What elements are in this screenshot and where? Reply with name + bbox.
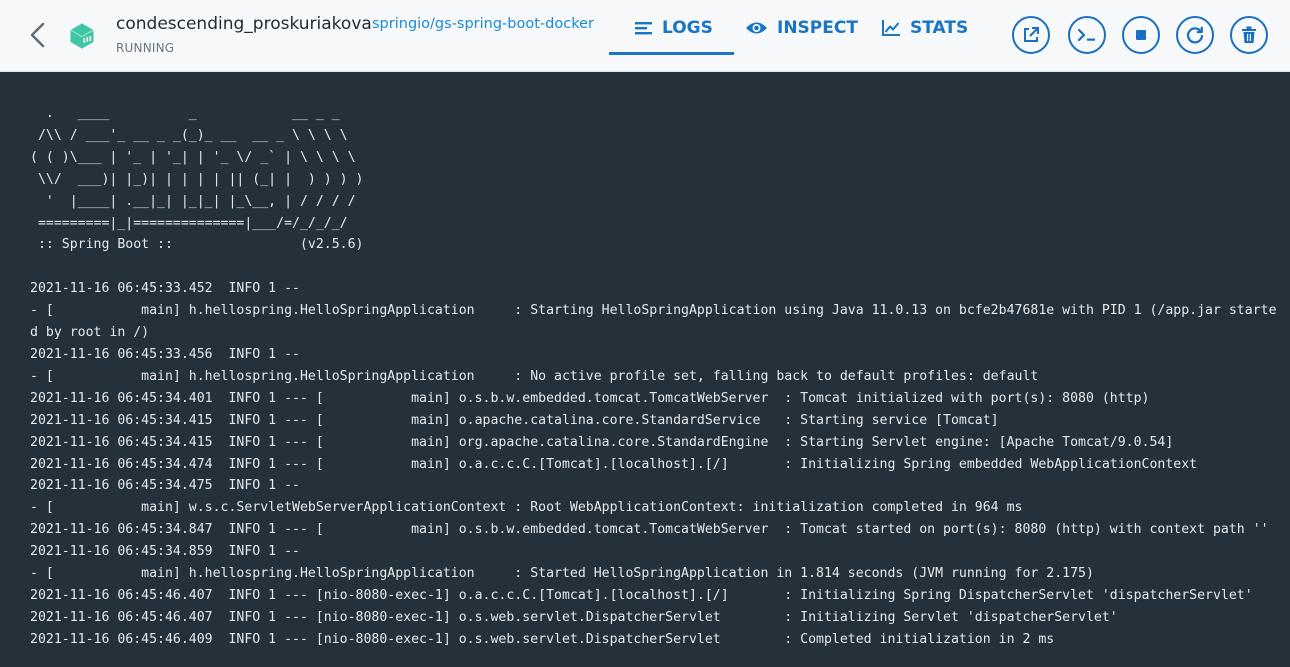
tab-stats-label: STATS	[910, 18, 969, 38]
log-line: ' |____| .__|_| |_|_| |_\__, | / / / /	[30, 193, 356, 209]
status-label: RUNNING	[116, 41, 175, 55]
log-line: 2021-11-16 06:45:34.415 INFO 1 --- [ mai…	[30, 434, 1174, 450]
chart-icon	[882, 20, 900, 36]
log-line: 2021-11-16 06:45:34.401 INFO 1 --- [ mai…	[30, 390, 1150, 406]
log-line: - [ main] w.s.c.ServletWebServerApplicat…	[30, 500, 1023, 516]
log-line: d by root in /)	[30, 325, 150, 341]
restart-button[interactable]	[1176, 16, 1214, 54]
log-line: - [ main] h.hellospring.HelloSpringAppli…	[30, 566, 1094, 582]
log-line: 2021-11-16 06:45:34.415 INFO 1 --- [ mai…	[30, 412, 999, 428]
container-header: condescending_proskuriakova RUNNING spri…	[0, 0, 1290, 72]
log-line: 2021-11-16 06:45:34.475 INFO 1 --	[30, 478, 300, 494]
log-line: =========|_|==============|___/=/_/_/_/	[30, 215, 348, 231]
active-tab-indicator	[609, 52, 734, 55]
trash-icon	[1242, 26, 1256, 43]
tab-logs-label: LOGS	[662, 18, 713, 38]
tab-inspect-label: INSPECT	[777, 18, 858, 38]
eye-icon	[746, 22, 767, 34]
tab-inspect[interactable]: INSPECT	[745, 0, 858, 56]
stop-icon	[1136, 30, 1146, 40]
lines-icon	[635, 22, 652, 35]
log-line: - [ main] h.hellospring.HelloSpringAppli…	[30, 303, 1277, 319]
stop-button[interactable]	[1122, 16, 1160, 54]
container-name: condescending_proskuriakova	[116, 14, 372, 34]
terminal-icon	[1077, 28, 1095, 42]
log-line: . ____ _ __ _ _	[30, 106, 340, 121]
log-line: 2021-11-16 06:45:46.409 INFO 1 --- [nio-…	[30, 631, 1055, 647]
back-icon[interactable]	[26, 20, 50, 50]
restart-icon	[1186, 26, 1204, 44]
container-icon	[68, 22, 96, 50]
image-link[interactable]: springio/gs-spring-boot-docker	[372, 16, 594, 32]
delete-button[interactable]	[1230, 16, 1268, 54]
log-output: . ____ _ __ _ _ /\\ / ___'_ __ _ _(_)_ _…	[30, 103, 1277, 651]
log-line: 2021-11-16 06:45:34.474 INFO 1 --- [ mai…	[30, 456, 1198, 472]
log-line: 2021-11-16 06:45:34.847 INFO 1 --- [ mai…	[30, 522, 1269, 538]
log-line: /\\ / ___'_ __ _ _(_)_ __ __ _ \ \ \ \	[30, 127, 348, 143]
log-line: 2021-11-16 06:45:33.456 INFO 1 --	[30, 346, 300, 362]
log-line: 2021-11-16 06:45:46.407 INFO 1 --- [nio-…	[30, 587, 1253, 603]
log-line: ( ( )\___ | '_ | '_| | '_ \/ _` | \ \ \ …	[30, 149, 356, 165]
open-in-browser-button[interactable]	[1012, 16, 1050, 54]
log-line: \\/ ___)| |_)| | | | | || (_| | ) ) ) )	[30, 171, 364, 187]
cli-button[interactable]	[1068, 16, 1106, 54]
open-external-icon	[1024, 27, 1039, 42]
log-viewer[interactable]: . ____ _ __ _ _ /\\ / ___'_ __ _ _(_)_ _…	[0, 73, 1290, 667]
log-line: 2021-11-16 06:45:34.859 INFO 1 --	[30, 544, 300, 560]
log-line: 2021-11-16 06:45:33.452 INFO 1 --	[30, 281, 300, 297]
log-line: - [ main] h.hellospring.HelloSpringAppli…	[30, 368, 1039, 384]
log-line: 2021-11-16 06:45:46.407 INFO 1 --- [nio-…	[30, 609, 1118, 625]
tab-stats[interactable]: STATS	[881, 0, 968, 56]
log-line: :: Spring Boot :: (v2.5.6)	[30, 237, 364, 253]
tab-logs[interactable]: LOGS	[634, 0, 713, 56]
